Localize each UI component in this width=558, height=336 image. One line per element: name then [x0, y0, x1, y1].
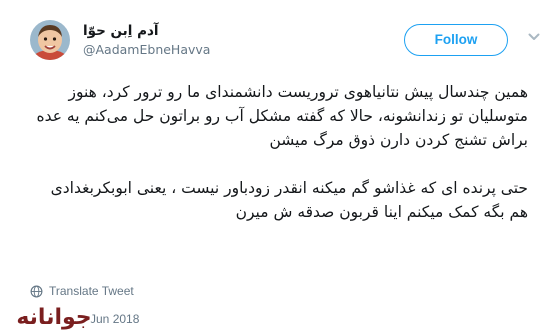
author-display-name[interactable]: آدم اِبن حوّا — [83, 23, 159, 40]
follow-button[interactable]: Follow — [404, 24, 508, 56]
tweet-card: آدم اِبن حوّا @AadamEbneHavva Follow همی… — [0, 0, 558, 334]
site-watermark-logo: جوانانه جوانانه — [14, 303, 94, 333]
author-handle[interactable]: @AadamEbneHavva — [83, 42, 210, 58]
child-photo-avatar — [30, 20, 70, 60]
tweet-paragraph-1: همین چندسال پیش نتانیاهوی تروریست دانشمن… — [36, 83, 528, 149]
chevron-down-icon[interactable] — [527, 30, 541, 44]
tweet-paragraph-2: حتی پرنده ای که غذاشو گم میکنه انقدر زود… — [50, 179, 528, 221]
avatar[interactable] — [30, 20, 70, 60]
tweet-text: همین چندسال پیش نتانیاهوی تروریست دانشمن… — [30, 80, 528, 224]
svg-text:جوانانه: جوانانه — [16, 305, 91, 330]
